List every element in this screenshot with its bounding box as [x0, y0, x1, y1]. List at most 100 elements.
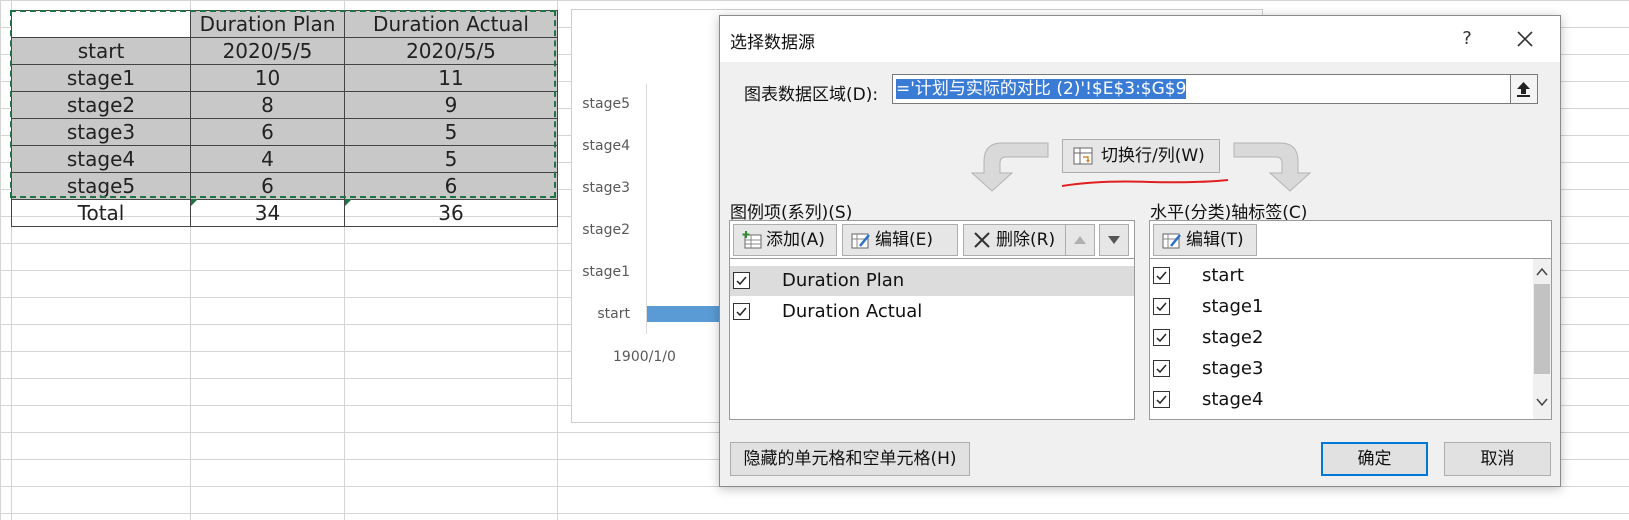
chart-category-label: start — [597, 306, 630, 322]
edit-axis-labels-label: 编辑(T) — [1186, 230, 1244, 250]
chart-bar-start[interactable] — [647, 306, 719, 322]
edit-icon — [851, 233, 870, 249]
category-scrollbar[interactable] — [1533, 259, 1551, 419]
table-cell[interactable]: 2020/5/5 — [344, 37, 558, 65]
hidden-empty-cells-button[interactable]: 隐藏的单元格和空单元格(H) — [730, 442, 970, 476]
data-table: Duration Plan Duration Actual start 2020… — [11, 10, 558, 227]
formula-error-indicator-icon — [345, 199, 352, 206]
table-cell[interactable]: 6 — [190, 118, 345, 146]
series-item-duration-plan[interactable]: Duration Plan — [730, 266, 1134, 296]
series-name: Duration Plan — [782, 270, 905, 291]
category-listbox[interactable]: start stage1 stage2 stage3 stage4 — [1149, 258, 1552, 420]
move-down-icon — [1108, 236, 1120, 244]
legend-toolbar: 添加(A) 编辑(E) 删除(R) — [729, 220, 1135, 258]
chart-category-axis — [646, 84, 647, 334]
chart-data-range-label: 图表数据区域(D): — [744, 85, 879, 105]
chart-category-label: stage5 — [582, 96, 630, 112]
dialog-title: 选择数据源 — [730, 33, 815, 53]
table-cell[interactable]: 10 — [190, 64, 345, 92]
table-cell[interactable]: 8 — [190, 91, 345, 119]
category-name: stage2 — [1202, 327, 1264, 348]
category-item[interactable]: stage2 — [1150, 323, 1551, 353]
collapse-arrow-icon — [1517, 82, 1530, 97]
category-name: start — [1202, 265, 1244, 286]
table-cell[interactable]: 9 — [344, 91, 558, 119]
chart-category-label: stage3 — [582, 180, 630, 196]
table-cell[interactable]: stage2 — [11, 91, 191, 119]
series-listbox[interactable]: Duration Plan Duration Actual — [729, 258, 1135, 420]
checkmark-icon — [736, 276, 747, 286]
ok-button[interactable]: 确定 — [1321, 442, 1428, 476]
edit-axis-labels-button[interactable]: 编辑(T) — [1153, 224, 1257, 256]
table-cell[interactable]: 4 — [190, 145, 345, 173]
table-cell[interactable]: Total — [11, 199, 191, 227]
table-cell[interactable]: 2020/5/5 — [190, 37, 345, 65]
series-checkbox[interactable] — [733, 272, 750, 289]
delete-series-button[interactable]: 删除(R) — [963, 224, 1075, 256]
table-header-cell[interactable]: Duration Plan — [190, 10, 345, 38]
add-series-label: 添加(A) — [766, 230, 825, 250]
table-row: stage5 6 6 — [11, 172, 558, 200]
delete-x-icon — [974, 232, 990, 248]
move-down-button[interactable] — [1099, 224, 1129, 256]
category-name: stage3 — [1202, 358, 1264, 379]
category-name: stage1 — [1202, 296, 1264, 317]
checkmark-icon — [736, 307, 747, 317]
chart-data-range-input[interactable]: ='计划与实际的对比 (2)'!$E$3:$G$9 — [892, 74, 1538, 104]
checkmark-icon — [1156, 333, 1167, 343]
series-checkbox[interactable] — [733, 303, 750, 320]
close-button[interactable] — [1510, 24, 1540, 54]
red-underline-annotation — [1061, 179, 1229, 187]
chart-data-range-value: ='计划与实际的对比 (2)'!$E$3:$G$9 — [896, 79, 1187, 99]
category-checkbox[interactable] — [1153, 298, 1170, 315]
checkmark-icon — [1156, 271, 1167, 281]
series-name: Duration Actual — [782, 301, 923, 322]
help-button[interactable]: ? — [1452, 26, 1482, 52]
move-up-icon — [1074, 236, 1086, 244]
chart-category-label: stage4 — [582, 138, 630, 154]
category-checkbox[interactable] — [1153, 329, 1170, 346]
checkmark-icon — [1156, 364, 1167, 374]
series-item-duration-actual[interactable]: Duration Actual — [730, 297, 1134, 327]
move-up-button[interactable] — [1065, 224, 1095, 256]
category-checkbox[interactable] — [1153, 267, 1170, 284]
category-checkbox[interactable] — [1153, 360, 1170, 377]
collapse-dialog-button[interactable] — [1510, 75, 1537, 103]
category-item[interactable]: stage4 — [1150, 385, 1551, 415]
table-row: start 2020/5/5 2020/5/5 — [11, 37, 558, 65]
table-cell[interactable]: stage1 — [11, 64, 191, 92]
add-table-icon — [742, 231, 762, 249]
edit-series-button[interactable]: 编辑(E) — [842, 224, 958, 256]
scroll-thumb[interactable] — [1534, 284, 1550, 374]
category-item[interactable]: stage3 — [1150, 354, 1551, 384]
table-cell[interactable]: 5 — [344, 145, 558, 173]
table-cell[interactable]: 34 — [190, 199, 345, 227]
chart-x-tick-label: 1900/1/0 — [613, 349, 676, 365]
category-item[interactable]: start — [1150, 261, 1551, 291]
dialog-titlebar[interactable]: 选择数据源 ? — [720, 16, 1560, 62]
table-cell[interactable]: 36 — [344, 199, 558, 227]
table-cell[interactable]: stage3 — [11, 118, 191, 146]
table-cell[interactable]: 5 — [344, 118, 558, 146]
table-cell[interactable]: start — [11, 37, 191, 65]
category-checkbox[interactable] — [1153, 391, 1170, 408]
table-cell[interactable]: 6 — [344, 172, 558, 200]
table-cell[interactable]: stage4 — [11, 145, 191, 173]
category-item[interactable]: stage1 — [1150, 292, 1551, 322]
table-row: stage2 8 9 — [11, 91, 558, 119]
scroll-up-icon[interactable] — [1536, 267, 1548, 277]
table-header-cell[interactable]: Duration Actual — [344, 10, 558, 38]
cancel-button[interactable]: 取消 — [1444, 442, 1551, 476]
table-row: stage1 10 11 — [11, 64, 558, 92]
formula-error-indicator-icon — [191, 199, 198, 206]
add-series-button[interactable]: 添加(A) — [733, 224, 837, 256]
table-header-row: Duration Plan Duration Actual — [11, 10, 558, 38]
table-cell[interactable]: 11 — [344, 64, 558, 92]
switch-row-column-label: 切换行/列(W) — [1101, 146, 1205, 166]
table-cell[interactable]: 6 — [190, 172, 345, 200]
scroll-down-icon[interactable] — [1536, 397, 1548, 407]
table-cell[interactable] — [11, 10, 191, 38]
table-total-row: Total 34 36 — [11, 199, 558, 227]
switch-row-column-button[interactable]: 切换行/列(W) — [1062, 139, 1220, 173]
table-cell[interactable]: stage5 — [11, 172, 191, 200]
